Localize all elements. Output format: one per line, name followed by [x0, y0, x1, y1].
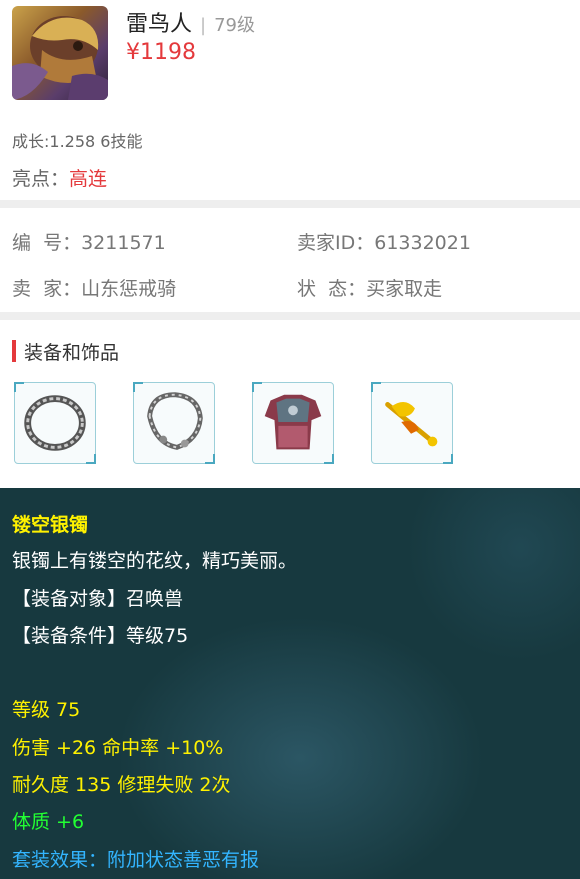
item-tooltip: 镂空银镯 银镯上有镂空的花纹，精巧美丽。 【装备对象】召唤兽 【装备条件】等级7… — [0, 488, 580, 879]
highlight-value: 高连 — [69, 168, 108, 190]
hollow-silver-bracelet-icon — [147, 392, 203, 450]
silver-ring-icon — [24, 395, 86, 451]
item-id: 编 号：3211571 — [12, 228, 166, 255]
tooltip-target: 【装备对象】召唤兽 — [12, 588, 184, 610]
title-separator: | — [200, 15, 207, 36]
equipment-title: 装备和饰品 — [12, 338, 119, 365]
seller-id-label: 卖家ID： — [297, 232, 375, 254]
seller-id-value: 61332021 — [374, 232, 471, 254]
pet-price: ¥1198 — [126, 40, 196, 65]
tooltip-level: 等级 75 — [12, 699, 81, 721]
pet-portrait-icon — [12, 16, 108, 100]
seller-id: 卖家ID：61332021 — [297, 228, 471, 255]
tooltip-stats: 伤害 +26 命中率 +10% — [12, 737, 224, 759]
golden-phoenix-hairpin-icon — [385, 401, 438, 447]
pet-growth: 成长:1.258 6技能 — [12, 132, 143, 151]
item-id-value: 3211571 — [81, 232, 166, 254]
tooltip-durability: 耐久度 135 修理失败 2次 — [12, 774, 231, 796]
seller-label: 卖 家： — [12, 278, 82, 300]
equipment-slot-3[interactable] — [252, 382, 334, 464]
seller-value: 山东惩戒骑 — [81, 278, 177, 300]
trade-info: 编 号：3211571 卖家ID：61332021 卖 家：山东惩戒骑 状 态：… — [0, 208, 580, 312]
pet-highlight: 亮点：高连 — [12, 164, 107, 191]
equipment-slot-4[interactable] — [371, 382, 453, 464]
thunderbird-avatar[interactable] — [12, 6, 108, 100]
equipment-slot-1[interactable] — [14, 382, 96, 464]
tooltip-item-name: 镂空银镯 — [12, 514, 89, 536]
seller: 卖 家：山东惩戒骑 — [12, 274, 176, 301]
pet-level: 79级 — [214, 15, 255, 36]
armor-icon — [264, 394, 322, 450]
pet-title: 雷鸟人 | 79级 — [126, 6, 255, 38]
equipment-section: 装备和饰品 — [0, 320, 580, 488]
tooltip-description: 银镯上有镂空的花纹，精巧美丽。 — [12, 550, 298, 572]
tooltip-constitution: 体质 +6 — [12, 811, 85, 833]
highlight-label: 亮点： — [12, 168, 70, 190]
tooltip-condition: 【装备条件】等级75 — [12, 625, 189, 647]
status: 状 态：买家取走 — [297, 274, 442, 301]
pet-name: 雷鸟人 — [126, 12, 193, 37]
status-label: 状 态： — [297, 278, 367, 300]
status-value: 买家取走 — [366, 278, 443, 300]
item-id-label: 编 号： — [12, 232, 82, 254]
equipment-slot-2[interactable] — [133, 382, 215, 464]
tooltip-set-effect: 套装效果：附加状态善恶有报 — [12, 849, 260, 871]
pet-header: 雷鸟人 | 79级 ¥1198 成长:1.258 6技能 亮点：高连 — [0, 0, 580, 200]
